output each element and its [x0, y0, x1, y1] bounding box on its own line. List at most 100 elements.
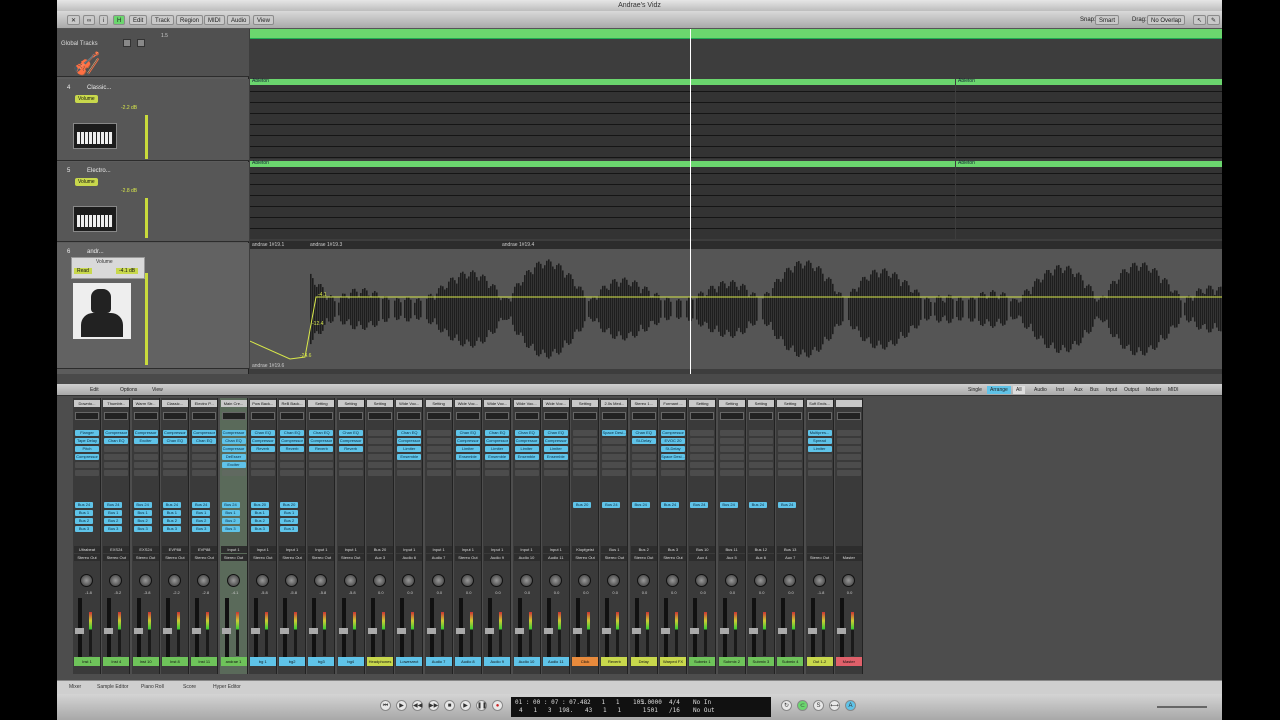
insert-slot-empty[interactable]: [426, 470, 451, 476]
insert-slot-empty[interactable]: [748, 470, 773, 476]
insert-slot[interactable]: Compressor: [104, 430, 129, 436]
insert-slot-empty[interactable]: [368, 470, 392, 476]
menu-midi[interactable]: MIDI: [204, 15, 225, 25]
track-electro[interactable]: 5 Electro... Volume -2.8 dB: [57, 162, 249, 242]
track-andrae[interactable]: 6 andr... Volume Read -4.1 dB: [57, 243, 249, 369]
insert-slot-empty[interactable]: [748, 430, 773, 436]
insert-slot-empty[interactable]: [661, 462, 685, 468]
insert-slot[interactable]: Ensemble: [514, 454, 539, 460]
pan-knob[interactable]: [431, 574, 445, 587]
setting-button[interactable]: Setting: [689, 400, 716, 407]
fader-cap[interactable]: [485, 628, 495, 634]
pan-knob[interactable]: [490, 574, 504, 587]
single-button[interactable]: Single: [965, 386, 985, 394]
channel-name[interactable]: Submix 3: [747, 657, 774, 666]
insert-slot-empty[interactable]: [309, 454, 334, 460]
eq-thumbnail[interactable]: [75, 412, 99, 420]
eq-thumbnail[interactable]: [778, 412, 803, 420]
insert-slot-empty[interactable]: [836, 462, 861, 468]
fader-cap[interactable]: [426, 628, 436, 634]
link-icon[interactable]: ∞: [83, 15, 96, 25]
master-volume-slider[interactable]: [1157, 706, 1207, 708]
insert-slot[interactable]: DeEsser: [221, 454, 246, 460]
send-slot[interactable]: Bus 24: [690, 502, 709, 508]
eq-thumbnail[interactable]: [368, 412, 392, 420]
insert-slot-empty[interactable]: [162, 470, 187, 476]
channel-strip[interactable]: Wide Voc... Chan EQ Compressor Limiter Ensem…: [395, 398, 424, 674]
insert-slot-empty[interactable]: [807, 462, 832, 468]
setting-button[interactable]: Warm Str...: [132, 400, 159, 407]
input-slot[interactable]: Bus 20: [367, 546, 393, 553]
insert-slot-empty[interactable]: [75, 470, 99, 476]
insert-slot[interactable]: Compressor: [75, 454, 99, 460]
fader-cap[interactable]: [104, 628, 114, 634]
input-slot[interactable]: Input 1: [454, 546, 481, 553]
insert-slot[interactable]: Compressor: [250, 438, 275, 444]
insert-slot-empty[interactable]: [690, 438, 715, 444]
channel-strip[interactable]: Pow Back... Chan EQ Compressor Reverb Bus 20…: [248, 398, 277, 674]
send-slot[interactable]: Bus 24: [748, 502, 767, 508]
insert-slot-empty[interactable]: [836, 454, 861, 460]
play-icon[interactable]: ▶: [460, 700, 471, 711]
insert-slot-empty[interactable]: [573, 462, 598, 468]
insert-slot-empty[interactable]: [368, 446, 392, 452]
rewind-to-start-icon[interactable]: ⏮: [380, 700, 391, 711]
pan-knob[interactable]: [402, 574, 416, 587]
insert-slot-empty[interactable]: [514, 462, 539, 468]
channel-name[interactable]: Inst 4: [103, 657, 130, 666]
mixer-edit-menu[interactable]: Edit: [87, 386, 102, 394]
eq-thumbnail[interactable]: [748, 412, 773, 420]
setting-button[interactable]: Setting: [367, 400, 393, 407]
setting-button[interactable]: Setting: [777, 400, 804, 407]
channel-name[interactable]: Delay: [630, 657, 657, 666]
insert-slot-empty[interactable]: [573, 438, 598, 444]
menu-view[interactable]: View: [253, 15, 274, 25]
output-slot[interactable]: Stereo Out: [630, 554, 657, 561]
send-slot[interactable]: Bus 1: [250, 510, 269, 516]
setting-button[interactable]: Electro P...: [191, 400, 218, 407]
insert-slot-empty[interactable]: [690, 446, 715, 452]
channel-strip[interactable]: Downto... Flanger Tape Delay Pitch Compresso…: [73, 398, 101, 674]
channel-strip[interactable]: Wide Voc... Chan EQ Compressor Limiter Ensem…: [483, 398, 512, 674]
insert-slot-empty[interactable]: [455, 462, 480, 468]
eq-thumbnail[interactable]: [162, 412, 187, 420]
eq-thumbnail[interactable]: [397, 412, 422, 420]
insert-slot[interactable]: Compressor: [221, 446, 246, 452]
bar-ruler[interactable]: [250, 29, 1222, 39]
channel-strip[interactable]: ReB Back... Chan EQ Compressor Reverb Bus 20…: [278, 398, 307, 674]
channel-type-filter[interactable]: Aux: [1071, 386, 1086, 394]
insert-slot-empty[interactable]: [719, 470, 744, 476]
send-slot[interactable]: Bus 3: [75, 526, 93, 532]
send-slot[interactable]: Bus 24: [133, 502, 152, 508]
channel-name[interactable]: Lowerzect: [396, 657, 423, 666]
replace-icon[interactable]: ⊂: [797, 700, 808, 711]
insert-slot-empty[interactable]: [280, 462, 305, 468]
channel-type-filter[interactable]: Bus: [1087, 386, 1102, 394]
fader-cap[interactable]: [690, 628, 700, 634]
insert-slot[interactable]: Space Desi...: [602, 430, 627, 436]
fader-cap[interactable]: [368, 628, 377, 634]
insert-slot-empty[interactable]: [631, 462, 656, 468]
pan-knob[interactable]: [109, 574, 123, 587]
channel-strip[interactable]: Electro P... Compressor Chan EQ Bus 24 Bus 1…: [190, 398, 219, 674]
channel-name[interactable]: bg3: [308, 657, 335, 666]
insert-slot[interactable]: Space Desi...: [661, 454, 685, 460]
midi-region[interactable]: Ableton: [956, 78, 1222, 159]
playhead[interactable]: [690, 29, 691, 374]
insert-slot[interactable]: Limiter: [543, 446, 568, 452]
channel-name[interactable]: Audio 10: [513, 657, 540, 666]
transport-display[interactable]: 01 : 00 : 07 : 07.48 4 1 3 198. 2 1 1 1 …: [511, 697, 771, 717]
setting-button[interactable]: Pow Back...: [249, 400, 276, 407]
insert-slot-empty[interactable]: [631, 470, 656, 476]
output-slot[interactable]: Audio 11: [542, 554, 569, 561]
channel-name[interactable]: Audio 8: [454, 657, 481, 666]
input-slot[interactable]: EXS24: [132, 546, 159, 553]
insert-slot[interactable]: Chan EQ: [631, 430, 656, 436]
channel-name[interactable]: Headphones: [367, 657, 393, 666]
send-slot[interactable]: Bus 24: [75, 502, 93, 508]
input-slot[interactable]: Bus 1: [601, 546, 628, 553]
channel-name[interactable]: bg2: [279, 657, 306, 666]
channel-strip[interactable]: Setting Bus 24 Bus 10 Aux 4 0.0 Submix 1: [688, 398, 717, 674]
pan-knob[interactable]: [80, 574, 93, 587]
channel-name[interactable]: Inst 8: [161, 657, 188, 666]
